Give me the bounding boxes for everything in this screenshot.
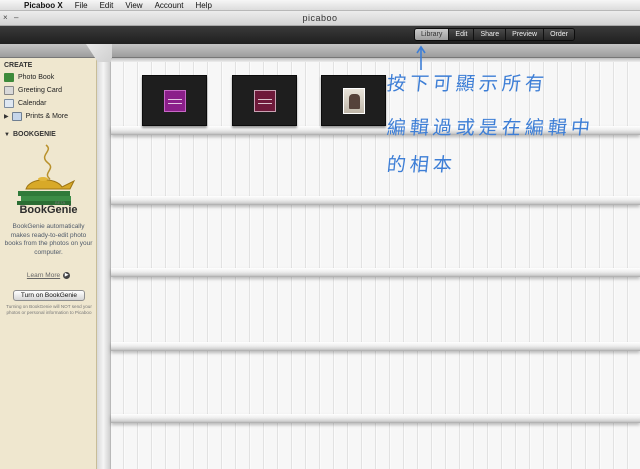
annotation-line-2: 編輯過或是在編輯中 <box>385 117 596 139</box>
sidebar-item-label: Prints & More <box>25 113 69 120</box>
bookgenie-title: BookGenie <box>19 204 78 216</box>
sidebar-item-label: Calendar <box>18 100 47 107</box>
mode-tabs: Library Edit Share Preview Order <box>414 28 575 41</box>
tab-library[interactable]: Library <box>415 29 450 40</box>
tab-order[interactable]: Order <box>544 29 574 40</box>
shelf-board <box>111 342 640 351</box>
bookgenie-header[interactable]: ▼ BOOKGENIE <box>4 131 56 138</box>
sidebar-item-greeting-card[interactable]: Greeting Card <box>4 85 62 96</box>
menu-app[interactable]: Picaboo X <box>18 1 69 10</box>
book-cover <box>342 87 365 114</box>
tab-edit[interactable]: Edit <box>449 29 475 40</box>
shelf-board <box>111 196 640 205</box>
photo-book-icon <box>4 73 14 82</box>
turn-on-bookgenie-button[interactable]: Turn on BookGenie <box>13 290 85 301</box>
menu-view[interactable]: View <box>119 1 148 10</box>
genie-lamp-icon <box>17 144 76 205</box>
menu-file[interactable]: File <box>69 1 94 10</box>
bookgenie-description: BookGenie automatically makes ready-to-e… <box>4 223 93 256</box>
tab-preview[interactable]: Preview <box>506 29 545 40</box>
photo-book-1[interactable] <box>142 75 207 126</box>
sidebar-item-calendar[interactable]: Calendar <box>4 98 46 109</box>
photo-book-3[interactable] <box>321 75 386 126</box>
sidebar-item-prints[interactable]: ▶ Prints & More <box>4 111 68 122</box>
sidebar: CREATE Photo Book Greeting Card Calendar… <box>0 58 97 469</box>
sidebar-item-label: Greeting Card <box>18 87 62 94</box>
arrow-right-icon: ▶ <box>63 272 71 279</box>
shelf-board <box>111 414 640 423</box>
create-header: CREATE <box>4 62 33 69</box>
disclosure-triangle-icon[interactable]: ▶ <box>4 113 9 120</box>
shelf-top <box>111 58 640 62</box>
sidebar-item-label: Photo Book <box>18 74 55 81</box>
greeting-card-icon <box>4 86 14 95</box>
photo-book-2[interactable] <box>232 75 297 126</box>
sidebar-divider[interactable] <box>97 58 111 469</box>
disclosure-triangle-icon: ▼ <box>4 132 10 138</box>
menu-help[interactable]: Help <box>189 1 217 10</box>
annotation-arrow-icon <box>416 45 426 70</box>
tab-share[interactable]: Share <box>474 29 507 40</box>
annotation-line-3: 的相本 <box>385 154 458 176</box>
window-title: picaboo <box>302 13 338 23</box>
calendar-icon <box>4 99 14 108</box>
book-cover <box>163 89 186 112</box>
toolbar: Library Edit Share Preview Order <box>0 26 640 44</box>
annotation-line-1: 按下可顯示所有 <box>385 73 550 95</box>
sidebar-item-photo-book[interactable]: Photo Book <box>4 72 54 83</box>
window-title-bar: × – picaboo <box>0 11 640 26</box>
menu-edit[interactable]: Edit <box>94 1 120 10</box>
prints-icon <box>11 112 22 121</box>
bookgenie-privacy-note: Turning on BookGenie will NOT send your … <box>6 304 92 315</box>
shelf-board <box>111 268 640 277</box>
learn-more-link[interactable]: Learn More ▶ <box>0 272 97 279</box>
menu-account[interactable]: Account <box>149 1 190 10</box>
book-cover <box>253 89 276 112</box>
menu-bar: Picaboo X File Edit View Account Help <box>0 0 640 11</box>
